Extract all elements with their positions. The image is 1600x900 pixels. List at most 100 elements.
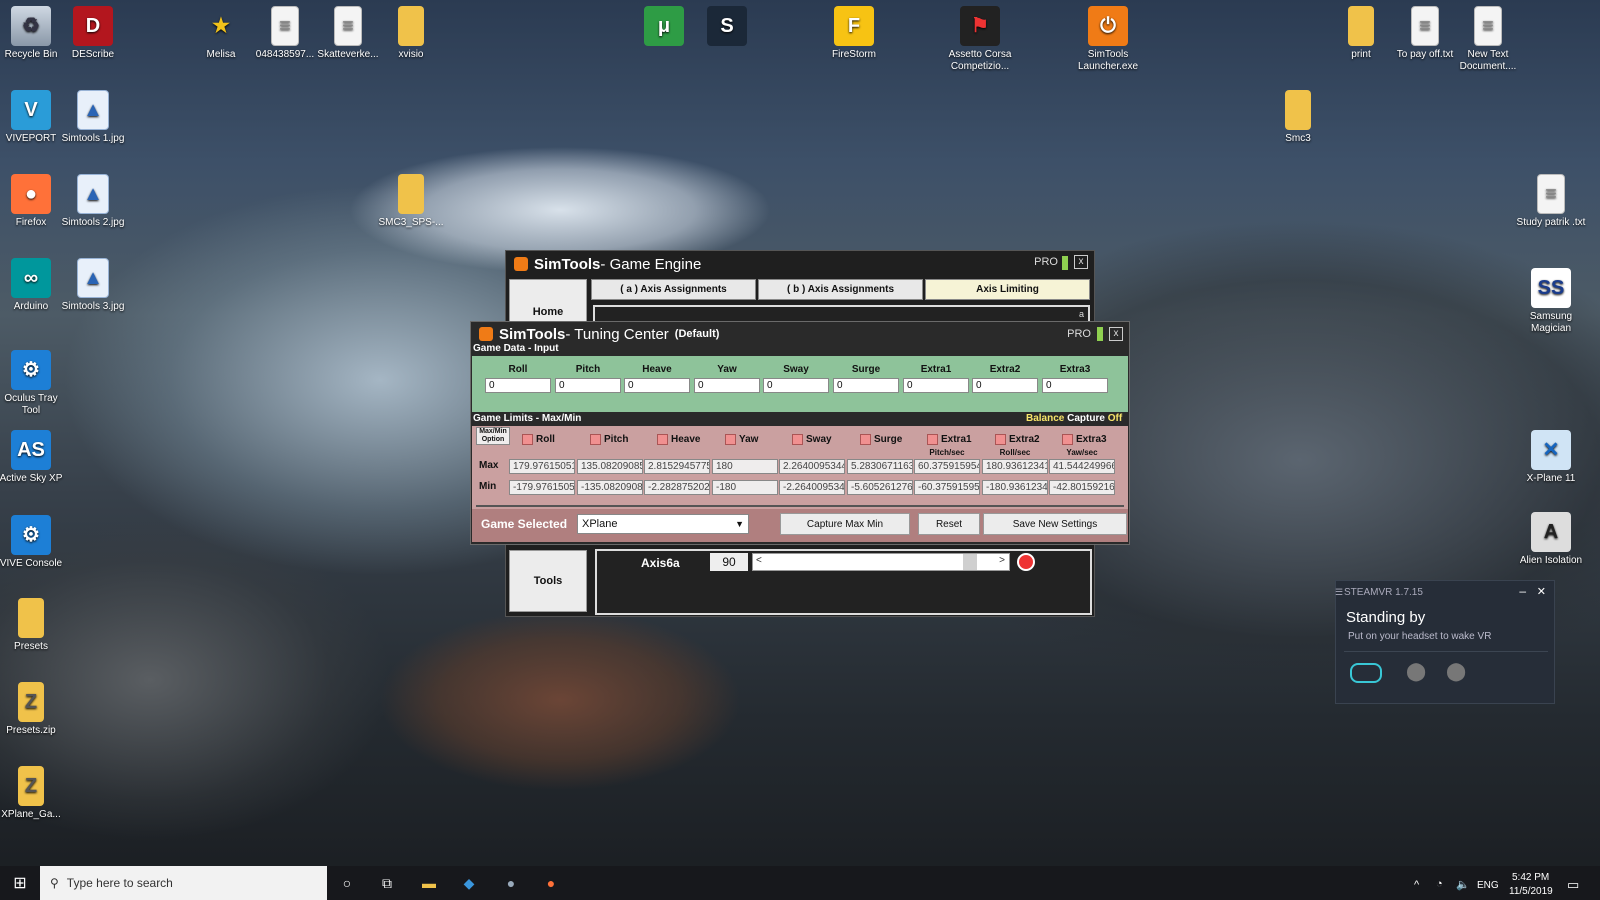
limit-label-roll: Roll (536, 434, 555, 445)
min-value-sway[interactable]: -2.2640095344 (779, 480, 845, 495)
scroll-left-icon[interactable]: < (756, 555, 762, 566)
power-icon[interactable]: ⏻ SimTools Launcher.exe (1071, 6, 1145, 73)
min-value-yaw[interactable]: -180 (712, 480, 778, 495)
menu-icon[interactable]: ☰ (1335, 587, 1343, 598)
firestorm-icon[interactable]: F FireStorm (817, 6, 891, 61)
zip-icon[interactable]: Z Presets.zip (0, 682, 68, 737)
samsung-magician-icon[interactable]: SS Samsung Magician (1514, 268, 1588, 335)
folder-icon[interactable]: Smc3 (1261, 90, 1335, 145)
steam-taskbar-icon[interactable]: ● (500, 872, 522, 894)
min-value-extra1[interactable]: -60.375915954 (914, 480, 980, 495)
taskbar-search[interactable]: ⚲ Type here to search (40, 866, 327, 900)
checkbox-extra3[interactable] (1062, 434, 1073, 445)
chevron-up-icon[interactable]: ^ (1414, 879, 1419, 891)
checkbox-surge[interactable] (860, 434, 871, 445)
capture-max-min-button[interactable]: Capture Max Min (780, 513, 910, 535)
folder-icon[interactable]: SMC3_SPS-... (374, 174, 448, 229)
input-extra1[interactable]: 0 (903, 378, 969, 393)
min-value-heave[interactable]: -2.2828752023 (644, 480, 710, 495)
max-value-sway[interactable]: 2.2640095344 (779, 459, 845, 474)
tab-axis-limiting[interactable]: Axis Limiting (925, 279, 1090, 300)
max-value-heave[interactable]: 2.8152945775 (644, 459, 710, 474)
checkbox-extra2[interactable] (995, 434, 1006, 445)
max-value-surge[interactable]: 5.2830671163 (847, 459, 913, 474)
checkbox-heave[interactable] (657, 434, 668, 445)
min-value-roll[interactable]: -179.97615051 (509, 480, 575, 495)
image-file-icon[interactable]: ▲ Simtools 2.jpg (56, 174, 130, 229)
zip-icon[interactable]: Z XPlane_Ga... (0, 766, 68, 821)
tools-button[interactable]: Tools (509, 550, 587, 612)
min-value-extra3[interactable]: -42.801592169 (1049, 480, 1115, 495)
alien-isolation-icon[interactable]: A Alien Isolation (1514, 512, 1588, 567)
tab-axis-assignments-a[interactable]: ( a ) Axis Assignments (591, 279, 756, 300)
steam-icon[interactable]: S (690, 6, 764, 49)
cortana-icon[interactable]: ○ (336, 872, 358, 894)
minimize-icon[interactable]: – (1519, 584, 1526, 598)
balance-toggle[interactable]: Balance Capture Off (1026, 413, 1122, 424)
clock-date[interactable]: 11/5/2019 (1509, 886, 1553, 897)
max-value-extra1[interactable]: 60.375915954 (914, 459, 980, 474)
close-icon[interactable]: x (1109, 327, 1123, 341)
min-value-surge[interactable]: -5.6052612766 (847, 480, 913, 495)
folder-icon[interactable]: print (1324, 6, 1398, 61)
star-icon[interactable]: ★ Melisa (184, 6, 258, 61)
max-value-roll[interactable]: 179.97615051 (509, 459, 575, 474)
reset-button[interactable]: Reset (918, 513, 980, 535)
text-file-icon[interactable]: ≡ New Text Document.... (1451, 6, 1525, 73)
xplane-icon[interactable]: ✕ X-Plane 11 (1514, 430, 1588, 485)
wifi-icon[interactable]: ◔ (1436, 878, 1443, 890)
input-sway[interactable]: 0 (763, 378, 829, 393)
volume-icon[interactable]: 🔈 (1456, 878, 1470, 891)
oculus-tray-icon[interactable]: ⚙ Oculus Tray Tool (0, 350, 68, 417)
close-icon[interactable]: ✕ (1537, 585, 1546, 598)
clock-time[interactable]: 5:42 PM (1512, 872, 1549, 883)
max-value-extra3[interactable]: 41.544249966 (1049, 459, 1115, 474)
tab-axis-assignments-b[interactable]: ( b ) Axis Assignments (758, 279, 923, 300)
language-indicator[interactable]: ENG (1477, 880, 1499, 891)
file-explorer-icon[interactable]: ▬ (418, 872, 440, 894)
input-surge[interactable]: 0 (833, 378, 899, 393)
scroll-thumb[interactable] (963, 554, 977, 570)
vive-console-icon[interactable]: ⚙ VIVE Console (0, 515, 68, 570)
axis-value[interactable]: 90 (710, 553, 748, 571)
min-value-extra2[interactable]: -180.93612341 (982, 480, 1048, 495)
assetto-corsa-icon[interactable]: ⚑ Assetto Corsa Competizio... (943, 6, 1017, 73)
game-select[interactable]: XPlane ▼ (577, 514, 749, 534)
max-value-pitch[interactable]: 135.08209085 (577, 459, 643, 474)
checkbox-sway[interactable] (792, 434, 803, 445)
firefox-taskbar-icon[interactable]: ● (540, 872, 562, 894)
save-new-settings-button[interactable]: Save New Settings (983, 513, 1127, 535)
notification-icon[interactable]: ▭ (1567, 877, 1579, 893)
home-button[interactable]: Home (509, 279, 587, 323)
min-value-pitch[interactable]: -135.08209085 (577, 480, 643, 495)
input-pitch[interactable]: 0 (555, 378, 621, 393)
text-file-icon[interactable]: ≡ Study patrik .txt (1514, 174, 1588, 229)
task-view-icon[interactable]: ⧉ (376, 872, 398, 894)
input-extra2[interactable]: 0 (972, 378, 1038, 393)
image-file-icon[interactable]: ▲ Simtools 1.jpg (56, 90, 130, 145)
input-extra3[interactable]: 0 (1042, 378, 1108, 393)
describe-icon[interactable]: D DEScribe (56, 6, 130, 61)
checkbox-roll[interactable] (522, 434, 533, 445)
input-yaw[interactable]: 0 (694, 378, 760, 393)
active-sky-icon[interactable]: AS Active Sky XP (0, 430, 68, 485)
folder-icon[interactable]: xvisio (374, 6, 448, 61)
checkbox-yaw[interactable] (725, 434, 736, 445)
checkbox-extra1[interactable] (927, 434, 938, 445)
scroll-right-icon[interactable]: > (999, 555, 1005, 566)
close-icon[interactable]: x (1074, 255, 1088, 269)
column-header-extra1: Extra1 (920, 364, 952, 375)
axis-scrollbar[interactable]: < > (752, 553, 1010, 571)
tuning-center-titlebar[interactable]: SimTools - Tuning Center (Default) PRO x (471, 322, 1129, 346)
checkbox-pitch[interactable] (590, 434, 601, 445)
network-app-icon[interactable]: ◆ (458, 872, 480, 894)
image-file-icon[interactable]: ▲ Simtools 3.jpg (56, 258, 130, 313)
max-value-extra2[interactable]: 180.93612341 (982, 459, 1048, 474)
input-roll[interactable]: 0 (485, 378, 551, 393)
windows-start-icon[interactable]: ⊞ (9, 872, 31, 894)
max-value-yaw[interactable]: 180 (712, 459, 778, 474)
game-engine-titlebar[interactable]: SimTools - Game Engine PRO x (506, 251, 1094, 277)
folder-icon[interactable]: Presets (0, 598, 68, 653)
stop-icon[interactable] (1017, 553, 1035, 571)
input-heave[interactable]: 0 (624, 378, 690, 393)
